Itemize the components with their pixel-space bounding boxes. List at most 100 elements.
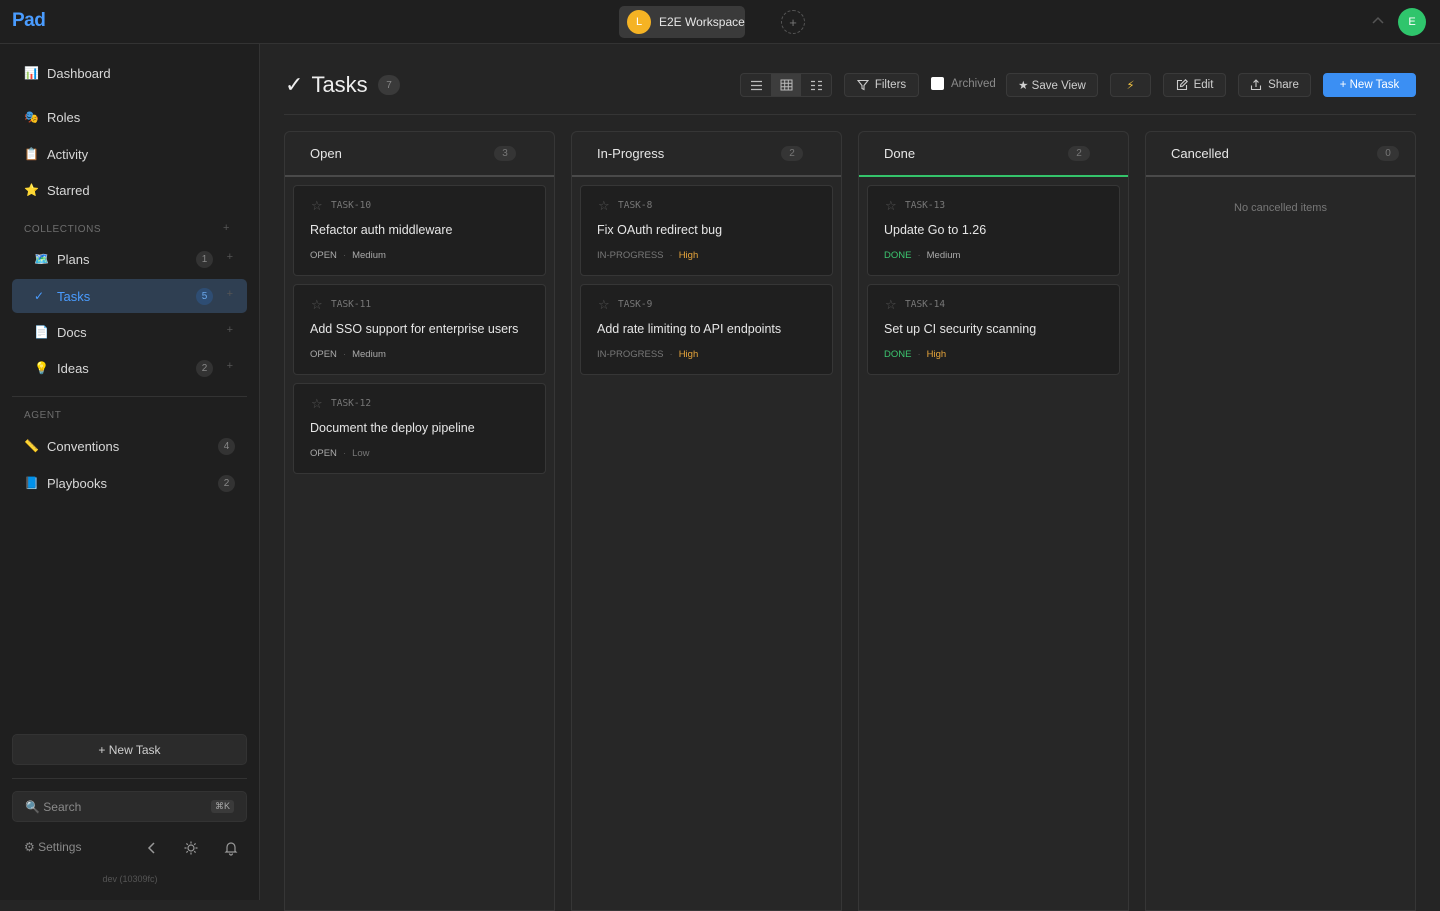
sidebar-item-docs[interactable]: 📄 Docs + (12, 315, 247, 349)
filter-icon (856, 79, 869, 91)
sidebar-item-label: Docs (57, 324, 87, 340)
column-count-badge: 2 (1068, 146, 1090, 161)
new-task-button[interactable]: + New Task (1323, 73, 1416, 97)
task-card[interactable]: ☆ TASK-8 Fix OAuth redirect bug IN-PROGR… (580, 185, 833, 276)
task-card[interactable]: ☆ TASK-11 Add SSO support for enterprise… (293, 284, 546, 375)
workspace-name: E2E Workspace (659, 15, 745, 29)
sidebar-item-playbooks[interactable]: 📘 Playbooks 2 (12, 466, 247, 500)
task-card[interactable]: ☆ TASK-10 Refactor auth middleware OPEN ·… (293, 185, 546, 276)
automation-button[interactable]: ⚡ (1110, 73, 1151, 97)
star-icon[interactable]: ☆ (311, 198, 323, 214)
edit-icon (1176, 79, 1188, 91)
bell-icon[interactable] (223, 840, 239, 856)
add-idea-button[interactable]: + (227, 360, 233, 372)
task-key: TASK-8 (618, 200, 653, 211)
task-title: Set up CI security scanning (884, 322, 1037, 336)
edit-button[interactable]: Edit (1163, 73, 1226, 97)
archived-checkbox[interactable] (931, 77, 944, 90)
app-logo[interactable]: Pad (12, 10, 46, 32)
item-count-badge: 2 (196, 360, 213, 377)
star-icon[interactable]: ☆ (311, 396, 323, 412)
star-icon[interactable]: ☆ (885, 198, 897, 214)
archived-toggle[interactable]: Archived (931, 77, 996, 90)
sidebar-item-label: Conventions (47, 438, 120, 454)
star-icon: ⭐ (24, 183, 39, 197)
list-view-button[interactable] (741, 74, 771, 96)
column-title: In-Progress (597, 146, 665, 161)
task-meta: IN-PROGRESS · High (597, 349, 699, 360)
add-workspace-button[interactable]: + (781, 10, 805, 34)
share-button[interactable]: Share (1238, 73, 1311, 97)
column-header: Open 3 (285, 132, 554, 177)
settings-link[interactable]: ⚙ Settings (24, 840, 81, 854)
masks-icon: 🎭 (24, 110, 39, 124)
task-key: TASK-11 (331, 299, 372, 310)
board-column-open: Open 3 ☆ TASK-10 Refactor auth middlewar… (284, 131, 555, 911)
chevron-up-icon[interactable] (1370, 13, 1386, 29)
add-plan-button[interactable]: + (227, 251, 233, 263)
map-icon: 🗺️ (34, 252, 49, 266)
save-view-button[interactable]: ★ Save View (1006, 73, 1098, 97)
list-icon (750, 80, 762, 90)
star-icon[interactable]: ☆ (885, 297, 897, 313)
task-meta: DONE · High (884, 349, 947, 360)
star-icon[interactable]: ☆ (598, 198, 610, 214)
board-column-done: Done 2 ☆ TASK-13 Update Go to 1.26 DONE ·… (858, 131, 1129, 911)
board-view-button[interactable] (771, 74, 801, 96)
divider (12, 396, 247, 397)
sidebar-item-tasks[interactable]: ✓ Tasks 5 + (12, 279, 247, 313)
workspace-switcher[interactable]: L E2E Workspace (619, 6, 745, 38)
status-label: OPEN (310, 349, 337, 360)
task-card[interactable]: ☆ TASK-9 Add rate limiting to API endpoi… (580, 284, 833, 375)
column-header: Done 2 (859, 132, 1128, 177)
task-card[interactable]: ☆ TASK-14 Set up CI security scanning DO… (867, 284, 1120, 375)
filters-button[interactable]: Filters (844, 73, 919, 97)
sidebar-item-conventions[interactable]: 📏 Conventions 4 (12, 429, 247, 463)
status-label: OPEN (310, 250, 337, 261)
sidebar: 📊 Dashboard 🎭 Roles 📋 Activity ⭐ Starred… (0, 44, 260, 900)
page-title-text: Tasks (311, 72, 368, 97)
task-key: TASK-13 (905, 200, 946, 211)
sidebar-item-label: Plans (57, 251, 90, 267)
sidebar-item-ideas[interactable]: 💡 Ideas 2 + (12, 351, 247, 385)
search-input[interactable]: 🔍 Search ⌘K (12, 791, 247, 822)
add-doc-button[interactable]: + (227, 324, 233, 336)
task-card[interactable]: ☆ TASK-12 Document the deploy pipeline O… (293, 383, 546, 474)
task-title: Document the deploy pipeline (310, 421, 475, 435)
priority-label: Medium (352, 349, 386, 360)
sidebar-item-roles[interactable]: 🎭 Roles (12, 100, 247, 134)
sidebar-item-dashboard[interactable]: 📊 Dashboard (12, 56, 247, 90)
task-meta: OPEN · Medium (310, 349, 386, 360)
task-card[interactable]: ☆ TASK-13 Update Go to 1.26 DONE · Medium (867, 185, 1120, 276)
archived-label: Archived (951, 77, 996, 90)
column-title: Open (310, 146, 342, 161)
theme-toggle-icon[interactable] (183, 840, 199, 856)
task-title: Add SSO support for enterprise users (310, 322, 519, 336)
document-icon: 📄 (34, 325, 49, 339)
clipboard-icon: 📋 (24, 147, 39, 161)
task-meta: OPEN · Medium (310, 250, 386, 261)
grid-view-button[interactable] (801, 74, 831, 96)
column-count-badge: 2 (781, 146, 803, 161)
task-key: TASK-12 (331, 398, 372, 409)
column-header: Cancelled 0 (1146, 132, 1415, 177)
add-task-button[interactable]: + (227, 288, 233, 300)
priority-label: High (678, 250, 699, 261)
divider (12, 778, 247, 779)
status-label: DONE (884, 250, 912, 261)
sidebar-new-task-button[interactable]: + New Task (12, 734, 247, 765)
collapse-sidebar-icon[interactable] (144, 840, 160, 856)
task-title: Fix OAuth redirect bug (597, 223, 723, 237)
user-avatar[interactable]: E (1398, 8, 1426, 36)
priority-label: Medium (352, 250, 386, 261)
star-icon[interactable]: ☆ (311, 297, 323, 313)
sidebar-item-activity[interactable]: 📋 Activity (12, 137, 247, 171)
column-header: In-Progress 2 (572, 132, 841, 177)
add-collection-button[interactable]: + (223, 222, 229, 234)
star-icon[interactable]: ☆ (598, 297, 610, 313)
sidebar-item-label: Ideas (57, 360, 89, 376)
sidebar-item-starred[interactable]: ⭐ Starred (12, 173, 247, 207)
sidebar-item-plans[interactable]: 🗺️ Plans 1 + (12, 242, 247, 276)
lightbulb-icon: 💡 (34, 361, 49, 375)
status-label: IN-PROGRESS (597, 250, 664, 261)
